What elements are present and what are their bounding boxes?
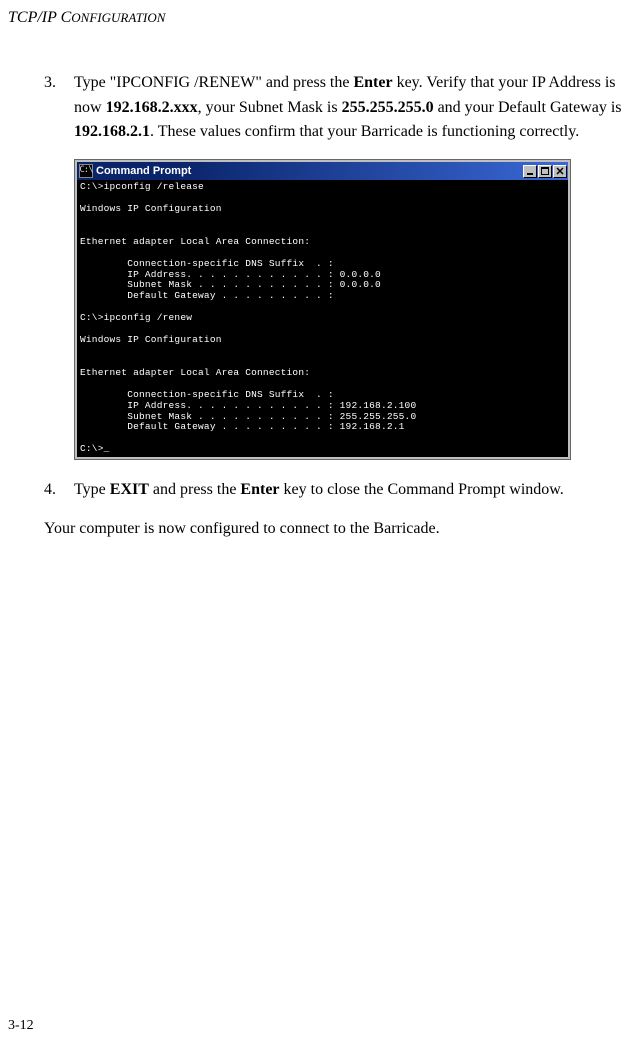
- running-header: TCP/IP CONFIGURATION: [0, 0, 644, 31]
- minimize-button[interactable]: [523, 165, 537, 178]
- step4-text-a: Type: [74, 481, 110, 498]
- close-button[interactable]: [553, 165, 567, 178]
- step-4-body: Type EXIT and press the Enter key to clo…: [74, 481, 564, 498]
- maximize-icon: [541, 167, 549, 175]
- terminal-output: C:\>ipconfig /release Windows IP Configu…: [77, 180, 568, 457]
- window-title: Command Prompt: [96, 163, 522, 180]
- page-content: 3. Type "IPCONFIG /RENEW" and press the …: [0, 31, 644, 542]
- closing-paragraph: Your computer is now configured to conne…: [44, 517, 636, 542]
- step-3: 3. Type "IPCONFIG /RENEW" and press the …: [44, 71, 636, 145]
- close-icon: [556, 167, 564, 175]
- step4-bold-exit: EXIT: [110, 481, 149, 498]
- step4-text-b: and press the: [149, 481, 241, 498]
- step3-text-c: , your Subnet Mask is: [198, 99, 342, 116]
- step-3-body: Type "IPCONFIG /RENEW" and press the Ent…: [74, 74, 622, 141]
- step3-bold-mask: 255.255.255.0: [342, 99, 434, 116]
- step-3-number: 3.: [44, 71, 56, 96]
- minimize-icon: [526, 167, 534, 175]
- step3-text-e: . These values confirm that your Barrica…: [150, 123, 579, 140]
- step-4-number: 4.: [44, 478, 56, 503]
- step4-text-c: key to close the Command Prompt window.: [280, 481, 564, 498]
- running-title-text: TCP/IP CONFIGURATION: [8, 9, 165, 26]
- command-prompt-window: C:\ Command Prompt C:\>ipconfig /release…: [74, 159, 571, 460]
- step3-bold-ip: 192.168.2.xxx: [106, 99, 198, 116]
- instruction-list: 3. Type "IPCONFIG /RENEW" and press the …: [44, 71, 636, 145]
- step3-bold-enter: Enter: [353, 74, 392, 91]
- step4-bold-enter: Enter: [240, 481, 279, 498]
- window-titlebar: C:\ Command Prompt: [77, 162, 568, 180]
- step3-text-d: and your Default Gateway is: [434, 99, 622, 116]
- step3-text-a: Type "IPCONFIG /RENEW" and press the: [74, 74, 353, 91]
- cmd-icon: C:\: [79, 164, 93, 178]
- maximize-button[interactable]: [538, 165, 552, 178]
- page-number: 3-12: [8, 1015, 34, 1037]
- instruction-list-cont: 4. Type EXIT and press the Enter key to …: [44, 478, 636, 503]
- step3-bold-gw: 192.168.2.1: [74, 123, 150, 140]
- step-4: 4. Type EXIT and press the Enter key to …: [44, 478, 636, 503]
